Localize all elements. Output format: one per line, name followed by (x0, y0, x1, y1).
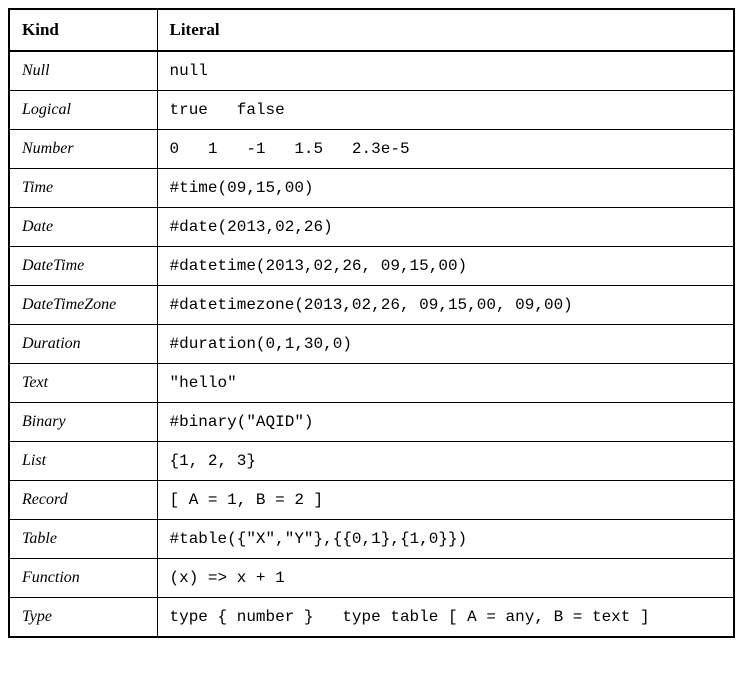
kind-cell: Type (9, 598, 157, 638)
kind-cell: Number (9, 130, 157, 169)
header-row: Kind Literal (9, 9, 734, 51)
table-row: Logical true false (9, 91, 734, 130)
table-row: Duration #duration(0,1,30,0) (9, 325, 734, 364)
table-row: Null null (9, 51, 734, 91)
table-row: DateTimeZone #datetimezone(2013,02,26, 0… (9, 286, 734, 325)
table-row: Number 0 1 -1 1.5 2.3e-5 (9, 130, 734, 169)
table-row: DateTime #datetime(2013,02,26, 09,15,00) (9, 247, 734, 286)
table-row: Text "hello" (9, 364, 734, 403)
literal-cell: true false (157, 91, 734, 130)
kind-cell: DateTimeZone (9, 286, 157, 325)
literal-cell: #table({"X","Y"},{{0,1},{1,0}}) (157, 520, 734, 559)
kind-cell: List (9, 442, 157, 481)
table-row: Time #time(09,15,00) (9, 169, 734, 208)
kind-cell: Table (9, 520, 157, 559)
kind-cell: Date (9, 208, 157, 247)
kind-cell: Null (9, 51, 157, 91)
literal-cell: type { number } type table [ A = any, B … (157, 598, 734, 638)
literal-cell: null (157, 51, 734, 91)
kind-cell: Time (9, 169, 157, 208)
literal-cell: #date(2013,02,26) (157, 208, 734, 247)
literal-cell: (x) => x + 1 (157, 559, 734, 598)
literal-cell: "hello" (157, 364, 734, 403)
literal-cell: #time(09,15,00) (157, 169, 734, 208)
literal-cell: [ A = 1, B = 2 ] (157, 481, 734, 520)
kind-cell: DateTime (9, 247, 157, 286)
header-literal: Literal (157, 9, 734, 51)
literal-cell: 0 1 -1 1.5 2.3e-5 (157, 130, 734, 169)
literal-cell: #binary("AQID") (157, 403, 734, 442)
header-kind: Kind (9, 9, 157, 51)
kind-cell: Logical (9, 91, 157, 130)
table-row: Type type { number } type table [ A = an… (9, 598, 734, 638)
literal-cell: #duration(0,1,30,0) (157, 325, 734, 364)
literals-table: Kind Literal Null null Logical true fals… (8, 8, 735, 638)
literal-cell: #datetimezone(2013,02,26, 09,15,00, 09,0… (157, 286, 734, 325)
table-row: Binary #binary("AQID") (9, 403, 734, 442)
kind-cell: Record (9, 481, 157, 520)
kind-cell: Function (9, 559, 157, 598)
table-row: List {1, 2, 3} (9, 442, 734, 481)
table-row: Table #table({"X","Y"},{{0,1},{1,0}}) (9, 520, 734, 559)
table-row: Function (x) => x + 1 (9, 559, 734, 598)
kind-cell: Duration (9, 325, 157, 364)
literal-cell: {1, 2, 3} (157, 442, 734, 481)
kind-cell: Binary (9, 403, 157, 442)
table-row: Record [ A = 1, B = 2 ] (9, 481, 734, 520)
table-row: Date #date(2013,02,26) (9, 208, 734, 247)
literal-cell: #datetime(2013,02,26, 09,15,00) (157, 247, 734, 286)
kind-cell: Text (9, 364, 157, 403)
